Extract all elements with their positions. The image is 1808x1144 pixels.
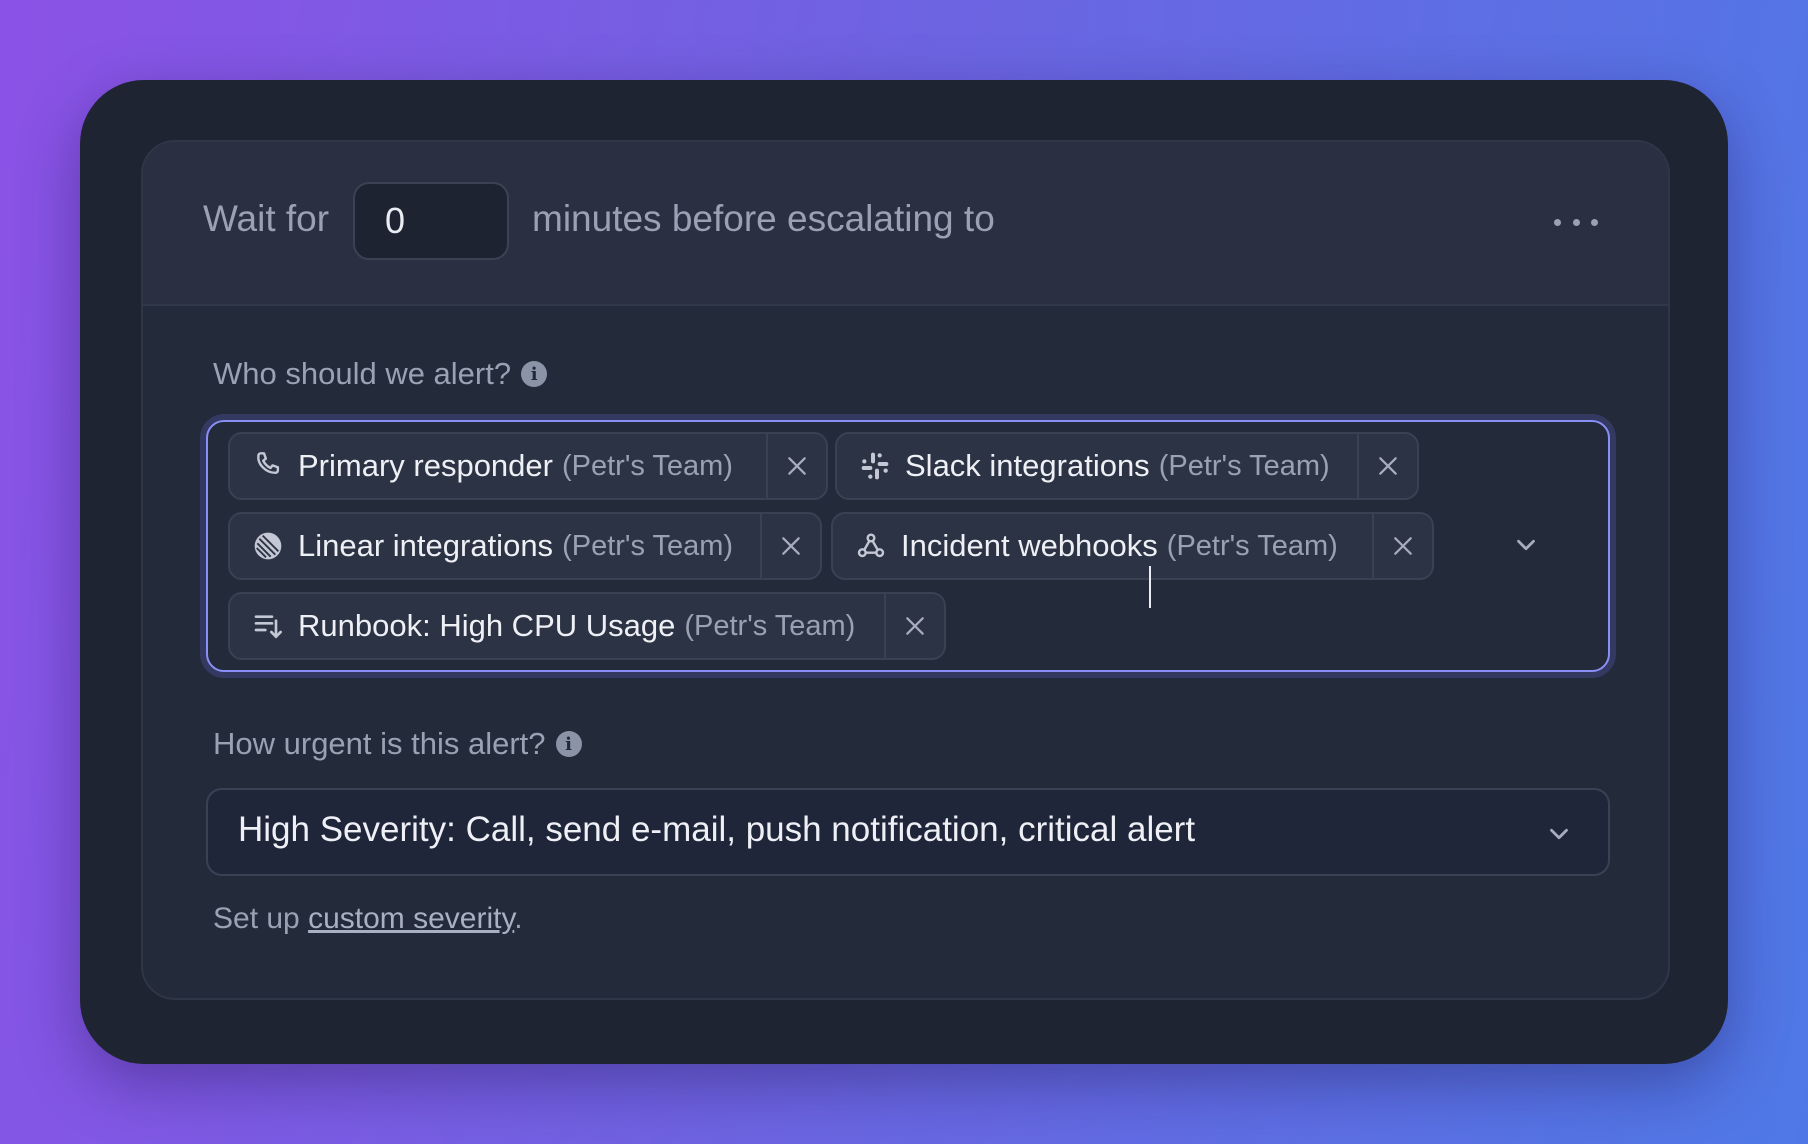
chip-body: Runbook: High CPU Usage (Petr's Team): [230, 594, 886, 658]
custom-severity-hint: Set up custom severity.: [213, 902, 523, 936]
chip-name: Primary responder: [298, 448, 553, 483]
chip-team: (Petr's Team): [684, 609, 856, 642]
chip-name: Linear integrations: [298, 528, 554, 563]
severity-select[interactable]: High Severity: Call, send e-mail, push n…: [206, 788, 1610, 876]
close-icon: [782, 537, 800, 555]
custom-severity-link[interactable]: custom severity: [308, 902, 514, 935]
target-chip: Runbook: High CPU Usage (Petr's Team): [228, 592, 946, 660]
wait-for-label: Wait for: [203, 198, 330, 239]
chip-body: Slack integrations (Petr's Team): [837, 434, 1359, 498]
wait-minutes-input[interactable]: [353, 182, 509, 260]
more-dot: [1554, 218, 1561, 226]
close-icon: [1379, 457, 1397, 475]
escalation-step-card: Wait for minutes before escalating to Wh…: [141, 140, 1670, 1000]
setup-prefix: Set up: [213, 902, 300, 935]
more-options-icon[interactable]: [1554, 208, 1598, 236]
phone-icon: [250, 448, 286, 484]
more-dot: [1591, 218, 1598, 226]
setup-suffix: .: [514, 902, 523, 935]
chip-name: Slack integrations: [905, 448, 1150, 483]
info-icon[interactable]: i: [555, 731, 582, 757]
chip-team: (Petr's Team): [1166, 529, 1338, 562]
urgency-label-text: How urgent is this alert?: [213, 726, 546, 761]
alert-targets-multiselect[interactable]: Primary responder (Petr's Team) Slack in…: [206, 420, 1610, 672]
close-icon: [906, 617, 924, 635]
target-chip: Incident webhooks (Petr's Team): [831, 512, 1434, 580]
remove-chip-button[interactable]: [768, 434, 826, 498]
chip-team: (Petr's Team): [561, 449, 733, 482]
close-icon: [788, 457, 806, 475]
alert-targets-label-text: Who should we alert?: [213, 356, 512, 391]
escalation-header: Wait for minutes before escalating to: [143, 142, 1668, 306]
remove-chip-button[interactable]: [886, 594, 944, 658]
remove-chip-button[interactable]: [1374, 514, 1432, 578]
runbook-icon: [250, 608, 286, 644]
chevron-down-icon[interactable]: [1511, 530, 1541, 560]
chevron-down-icon: [1544, 819, 1574, 849]
minutes-before-label: minutes before escalating to: [532, 198, 995, 239]
text-cursor: [1149, 566, 1151, 608]
target-chip: Slack integrations (Petr's Team): [835, 432, 1419, 500]
info-icon[interactable]: i: [521, 361, 548, 387]
chip-body: Linear integrations (Petr's Team): [230, 514, 762, 578]
alert-targets-label: Who should we alert? i: [213, 356, 548, 392]
chip-body: Incident webhooks (Petr's Team): [833, 514, 1374, 578]
remove-chip-button[interactable]: [1359, 434, 1417, 498]
chip-name: Runbook: High CPU Usage: [298, 608, 676, 643]
webhook-icon: [853, 528, 889, 564]
chip-body: Primary responder (Petr's Team): [230, 434, 768, 498]
close-icon: [1394, 537, 1412, 555]
chip-team: (Petr's Team): [1158, 449, 1330, 482]
urgency-label: How urgent is this alert? i: [213, 726, 582, 762]
linear-icon: [250, 528, 286, 564]
target-chip: Primary responder (Petr's Team): [228, 432, 828, 500]
chip-name: Incident webhooks: [901, 528, 1158, 563]
severity-selected-value: High Severity: Call, send e-mail, push n…: [238, 810, 1196, 849]
more-dot: [1572, 218, 1580, 226]
chip-team: (Petr's Team): [562, 529, 734, 562]
slack-icon: [857, 448, 893, 484]
remove-chip-button[interactable]: [762, 514, 820, 578]
target-chip: Linear integrations (Petr's Team): [228, 512, 822, 580]
